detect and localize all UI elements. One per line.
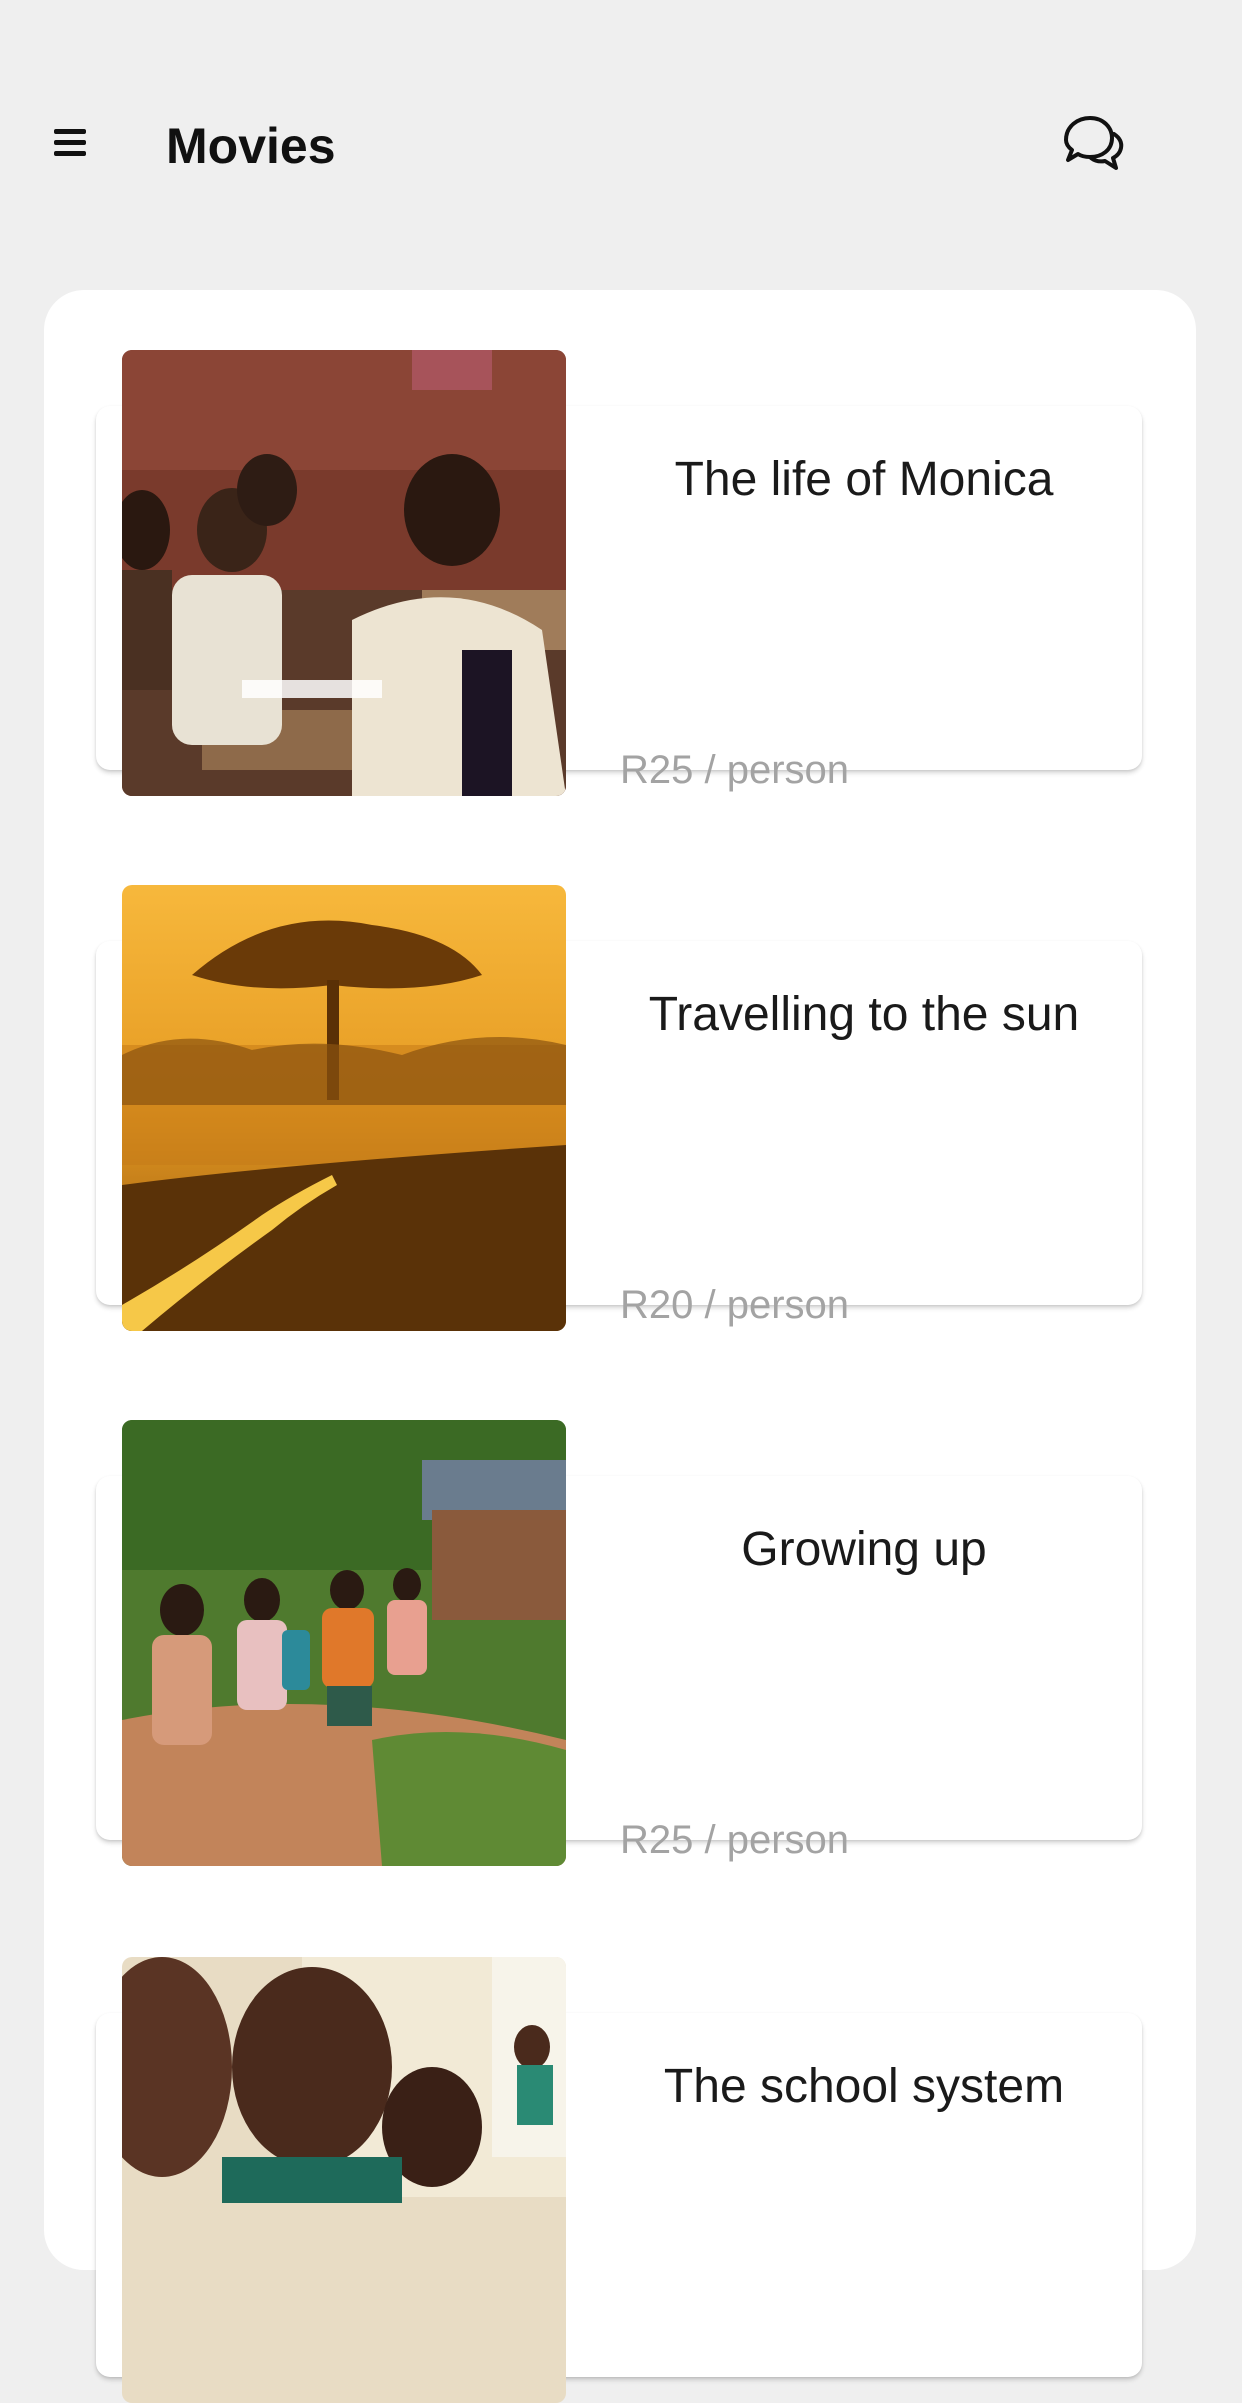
- classroom-students-photo: [122, 350, 566, 796]
- menu-button[interactable]: [50, 125, 92, 167]
- app-bar: Movies: [0, 0, 1242, 250]
- movie-card[interactable]: The school system: [96, 1957, 1142, 2403]
- chat-bubbles-icon: [1064, 116, 1124, 170]
- movie-title: Travelling to the sun: [648, 988, 1080, 1041]
- children-writing-photo: [122, 1957, 566, 2403]
- movie-title: The school system: [663, 2060, 1065, 2113]
- sunset-savanna-photo: [122, 885, 566, 1331]
- movie-title: Growing up: [741, 1523, 987, 1576]
- children-running-photo: [122, 1420, 566, 1866]
- page-title: Movies: [166, 118, 336, 174]
- movie-thumbnail[interactable]: [122, 1420, 566, 1866]
- movie-thumbnail[interactable]: [122, 885, 566, 1331]
- movie-card[interactable]: Travelling to the sun R20 / person: [96, 885, 1142, 1331]
- movie-price: R25 / person: [620, 748, 850, 792]
- movie-price: R20 / person: [620, 1283, 850, 1327]
- chat-button[interactable]: [1058, 110, 1128, 180]
- movie-card[interactable]: The life of Monica R25 / person: [96, 350, 1142, 796]
- movie-thumbnail[interactable]: [122, 1957, 566, 2403]
- movie-title: The life of Monica: [674, 453, 1054, 506]
- movie-thumbnail[interactable]: [122, 350, 566, 796]
- movie-price: R25 / person: [620, 1818, 850, 1862]
- movie-card[interactable]: Growing up R25 / person: [96, 1420, 1142, 1866]
